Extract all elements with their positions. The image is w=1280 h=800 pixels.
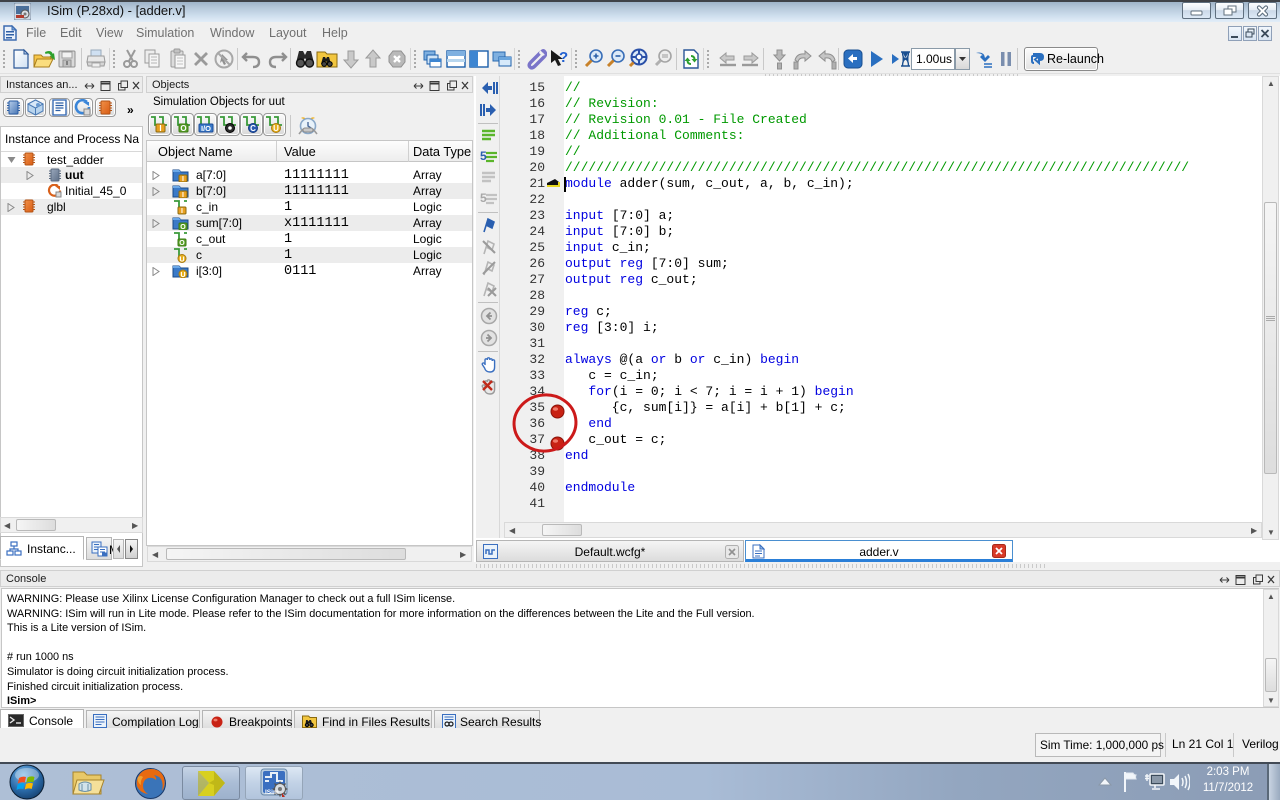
svg-text:I: I	[182, 192, 184, 198]
svg-text:U: U	[273, 124, 279, 133]
svg-text:?: ?	[559, 49, 568, 66]
svg-text:I: I	[182, 176, 184, 182]
svg-text:ISim: ISim	[265, 789, 279, 796]
svg-text:O: O	[180, 224, 186, 230]
svg-text:U: U	[180, 272, 185, 278]
svg-text:I: I	[159, 124, 161, 133]
svg-text:5: 5	[480, 191, 487, 205]
svg-text:O: O	[180, 124, 186, 133]
svg-text:I: I	[181, 208, 183, 215]
svg-text:O: O	[179, 240, 185, 247]
svg-text:5: 5	[480, 149, 487, 163]
svg-text:C: C	[250, 124, 256, 133]
svg-text:I/O: I/O	[201, 124, 211, 133]
